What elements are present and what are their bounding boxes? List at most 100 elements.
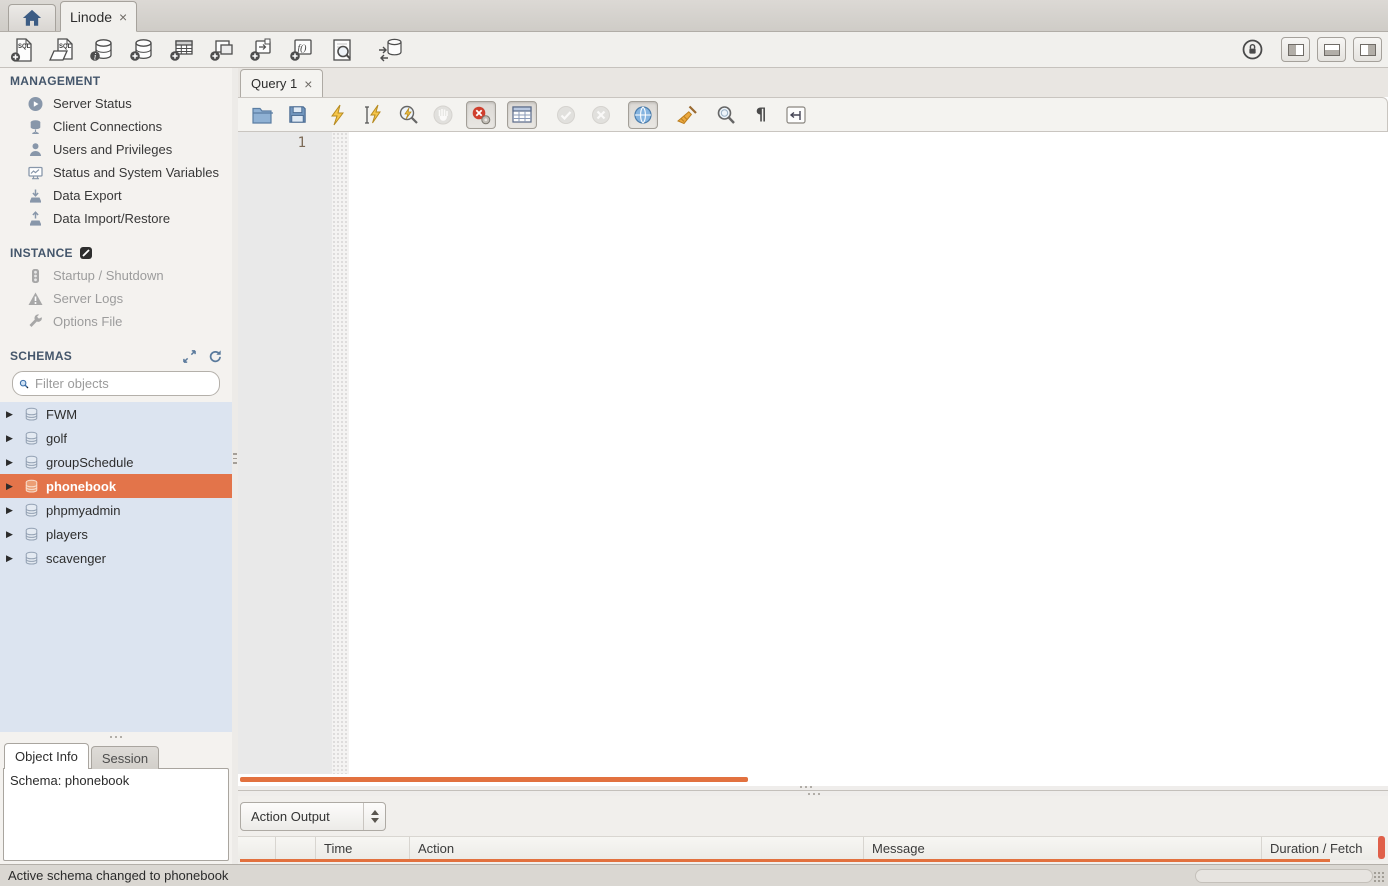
show-invisibles-button[interactable]: ¶ xyxy=(749,103,773,127)
instance-section-title: INSTANCE xyxy=(0,240,232,264)
editor-hscrollbar[interactable] xyxy=(238,774,1388,786)
execute-button[interactable] xyxy=(326,103,350,127)
open-sql-script-button[interactable]: SQL xyxy=(48,36,76,64)
output-col-duration[interactable]: Duration / Fetch xyxy=(1262,837,1382,860)
sidebar-item-startup-shutdown[interactable]: Startup / Shutdown xyxy=(0,264,232,287)
schema-row-players[interactable]: ▶ players xyxy=(0,522,232,546)
home-tab[interactable] xyxy=(8,4,56,31)
data-export-icon xyxy=(27,188,44,204)
object-info-panel: Schema: phonebook xyxy=(3,768,229,861)
toggle-autocommit-button[interactable] xyxy=(628,101,658,129)
tab-session[interactable]: Session xyxy=(91,746,159,769)
tab-object-info[interactable]: Object Info xyxy=(4,743,89,769)
output-col-empty-1 xyxy=(238,837,276,860)
find-button[interactable] xyxy=(714,103,738,127)
save-script-button[interactable] xyxy=(285,103,309,127)
output-col-time[interactable]: Time xyxy=(316,837,410,860)
database-sync-button[interactable] xyxy=(376,36,404,64)
output-col-action[interactable]: Action xyxy=(410,837,864,860)
create-procedure-button[interactable] xyxy=(248,36,276,64)
database-info-button[interactable]: i xyxy=(88,36,116,64)
schema-row-fwm[interactable]: ▶ FWM xyxy=(0,402,232,426)
broom-icon xyxy=(676,104,698,126)
output-vscrollbar[interactable] xyxy=(1378,836,1385,859)
sidebar-item-server-status[interactable]: Server Status xyxy=(0,92,232,115)
schema-icon xyxy=(24,455,39,470)
fold-margin xyxy=(332,132,349,774)
expander-icon[interactable]: ▶ xyxy=(6,529,17,540)
sidebar-item-users-privileges[interactable]: Users and Privileges xyxy=(0,138,232,161)
info-tab-bar: Object Info Session xyxy=(0,742,232,769)
output-hscrollbar-thumb[interactable] xyxy=(1195,869,1373,883)
sidebar-item-status-system-variables[interactable]: Status and System Variables xyxy=(0,161,232,184)
editor-output-splitter[interactable] xyxy=(238,786,1388,796)
home-icon xyxy=(21,8,43,28)
database-info-icon: i xyxy=(89,37,115,63)
output-type-value: Action Output xyxy=(251,809,330,824)
expander-icon[interactable]: ▶ xyxy=(6,505,17,516)
sidebar-splitter-handle[interactable] xyxy=(0,732,232,742)
sidebar: MANAGEMENT Server Status Client Connecti… xyxy=(0,68,232,864)
spinner-icon[interactable] xyxy=(363,803,385,830)
explain-button[interactable] xyxy=(396,103,420,127)
query-tab-label: Query 1 xyxy=(251,76,297,91)
refresh-schemas-icon[interactable] xyxy=(208,349,222,363)
expander-icon[interactable]: ▶ xyxy=(6,433,17,444)
sidebar-item-server-logs[interactable]: Server Logs xyxy=(0,287,232,310)
bottom-panel-icon xyxy=(1324,44,1340,56)
system-variables-icon xyxy=(27,165,44,181)
schema-icon xyxy=(24,551,39,566)
expander-icon[interactable]: ▶ xyxy=(6,457,17,468)
splitter-grip xyxy=(800,786,812,788)
toggle-output-panel-button[interactable] xyxy=(1317,37,1346,62)
toggle-right-sidebar-button[interactable] xyxy=(1353,37,1382,62)
editor-hscrollbar-thumb[interactable] xyxy=(240,777,748,782)
close-icon[interactable]: × xyxy=(304,77,312,91)
schema-row-phonebook[interactable]: ▶ phonebook xyxy=(0,474,232,498)
editor-text-area[interactable] xyxy=(349,132,1388,774)
schema-row-scavenger[interactable]: ▶ scavenger xyxy=(0,546,232,570)
management-section-title: MANAGEMENT xyxy=(0,68,232,92)
resize-grip-icon[interactable] xyxy=(1373,871,1385,883)
close-icon[interactable]: × xyxy=(119,10,127,24)
toggle-stop-on-error-button[interactable] xyxy=(466,101,496,129)
new-sql-editor-button[interactable]: SQL xyxy=(8,36,36,64)
sidebar-item-client-connections[interactable]: Client Connections xyxy=(0,115,232,138)
create-table-button[interactable] xyxy=(168,36,196,64)
sql-editor-area: Query 1 × xyxy=(238,68,1388,864)
splitter-grip xyxy=(233,453,237,464)
toggle-wrap-button[interactable] xyxy=(784,103,808,127)
limit-rows-button[interactable] xyxy=(507,101,537,129)
create-function-button[interactable]: f() xyxy=(288,36,316,64)
search-objects-button[interactable] xyxy=(328,36,356,64)
beautify-button[interactable] xyxy=(675,103,699,127)
sql-editor[interactable]: 1 xyxy=(238,132,1388,774)
execute-current-button[interactable] xyxy=(361,103,385,127)
lock-status-icon xyxy=(1238,36,1266,64)
create-table-icon xyxy=(169,37,195,63)
sidebar-item-options-file[interactable]: Options File xyxy=(0,310,232,333)
search-icon xyxy=(19,376,29,392)
toggle-left-sidebar-button[interactable] xyxy=(1281,37,1310,62)
connection-tab[interactable]: Linode × xyxy=(60,1,137,32)
open-script-button[interactable] xyxy=(250,103,274,127)
create-view-button[interactable] xyxy=(208,36,236,64)
instance-tools-icon xyxy=(79,246,93,260)
tab-query-1[interactable]: Query 1 × xyxy=(240,69,323,97)
create-function-icon: f() xyxy=(289,37,315,63)
create-schema-button[interactable] xyxy=(128,36,156,64)
expander-icon[interactable]: ▶ xyxy=(6,481,17,492)
create-procedure-icon xyxy=(249,37,275,63)
schema-filter-input[interactable] xyxy=(33,375,213,392)
sidebar-item-data-export[interactable]: Data Export xyxy=(0,184,232,207)
sidebar-item-data-import[interactable]: Data Import/Restore xyxy=(0,207,232,230)
expander-icon[interactable]: ▶ xyxy=(6,409,17,420)
schema-row-phpmyadmin[interactable]: ▶ phpmyadmin xyxy=(0,498,232,522)
schema-row-groupschedule[interactable]: ▶ groupSchedule xyxy=(0,450,232,474)
expander-icon[interactable]: ▶ xyxy=(6,553,17,564)
expand-schemas-icon[interactable] xyxy=(183,350,196,363)
output-col-message[interactable]: Message xyxy=(864,837,1262,860)
output-type-select[interactable]: Action Output xyxy=(240,802,386,831)
schema-name: phpmyadmin xyxy=(46,503,120,518)
schema-row-golf[interactable]: ▶ golf xyxy=(0,426,232,450)
